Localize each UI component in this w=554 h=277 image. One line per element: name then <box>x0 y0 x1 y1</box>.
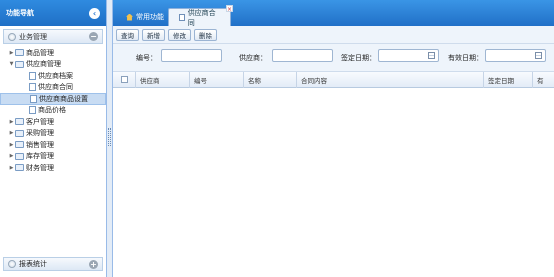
tree-node-label: 销售管理 <box>26 140 54 149</box>
tree-node[interactable]: ▶ 客户管理 <box>0 116 106 128</box>
collapse-left-icon[interactable]: ‹ <box>89 7 100 19</box>
tree-node-label: 商品管理 <box>26 48 54 57</box>
group-report-statistics[interactable]: 报表统计 + <box>3 257 103 271</box>
tree-node[interactable]: ▶ 商品管理 <box>0 47 106 59</box>
nav-title: 功能导航 <box>6 9 34 17</box>
tree-node[interactable]: ▶ 库存管理 <box>0 151 106 163</box>
home-icon <box>126 13 133 21</box>
file-icon <box>29 71 36 80</box>
folder-icon <box>15 152 24 160</box>
select-all-checkbox[interactable] <box>120 76 128 83</box>
nav-panel: 功能导航 ‹ 业务管理 − ▶ 商品管理 ▼ 供应商管理供应商档案供应商合同供应商商品… <box>0 0 107 277</box>
file-icon <box>30 94 37 103</box>
delete-button[interactable]: 删除 <box>194 28 217 41</box>
expand-arrow-icon[interactable]: ▶ <box>8 153 15 159</box>
collapse-arrow-icon[interactable]: ▼ <box>8 61 15 67</box>
group-label: 报表统计 <box>19 260 47 268</box>
group-label: 业务管理 <box>19 32 47 41</box>
supplier-input[interactable] <box>272 49 333 62</box>
file-icon <box>29 83 36 92</box>
tree-node-label: 供应商档案 <box>38 71 73 80</box>
tree-node[interactable]: ▶ 采购管理 <box>0 128 106 140</box>
expand-arrow-icon[interactable]: ▶ <box>8 50 15 56</box>
expand-arrow-icon[interactable]: ▶ <box>8 142 15 148</box>
tree-node-label: 供应商管理 <box>26 60 61 69</box>
group-icon <box>8 260 16 268</box>
tree-node-label: 库存管理 <box>26 152 54 161</box>
tree-node[interactable]: 商品价格 <box>0 105 106 117</box>
collapse-group-icon[interactable]: − <box>89 32 98 41</box>
tree-node[interactable]: 供应商档案 <box>0 70 106 82</box>
tree-node[interactable]: ▼ 供应商管理 <box>0 59 106 71</box>
expand-group-icon[interactable]: + <box>89 259 98 269</box>
tree-node[interactable]: ▶ 销售管理 <box>0 139 106 151</box>
col-supplier[interactable]: 供应商 <box>136 71 190 88</box>
folder-icon <box>15 49 24 57</box>
expand-arrow-icon[interactable]: ▶ <box>8 165 15 171</box>
query-button[interactable]: 查询 <box>116 28 139 41</box>
toolbar: 查询 新增 修改 删除 <box>113 26 554 44</box>
calendar-icon[interactable] <box>535 52 542 59</box>
nav-header: 功能导航 ‹ <box>0 0 106 26</box>
sign-date-label: 签定日期： <box>341 54 376 62</box>
expand-arrow-icon[interactable]: ▶ <box>8 130 15 136</box>
folder-icon <box>15 129 24 137</box>
nav-tree: ▶ 商品管理 ▼ 供应商管理供应商档案供应商合同供应商商品设置 商品价格 ▶ 客户管理 ▶ 采购… <box>0 47 106 174</box>
tree-node[interactable]: ▶ 财务管理 <box>0 162 106 174</box>
close-icon[interactable]: × <box>226 5 233 13</box>
col-code[interactable]: 编号 <box>190 71 244 88</box>
search-form: 编号： 供应商： 签定日期： 有效日期： <box>113 44 554 72</box>
group-icon <box>8 32 16 41</box>
tree-node-label: 财务管理 <box>26 163 54 172</box>
sign-date-input[interactable] <box>378 49 439 62</box>
tab-home[interactable]: 常用功能 <box>116 8 174 26</box>
tab-strip: 常用功能 供应商合同 × <box>113 0 554 27</box>
add-button[interactable]: 新增 <box>142 28 165 41</box>
splitter-grip-icon[interactable] <box>108 128 111 146</box>
file-icon <box>29 106 36 115</box>
col-sign-date[interactable]: 签定日期 <box>484 71 533 88</box>
col-valid-date[interactable]: 有 <box>533 72 554 88</box>
folder-icon <box>15 164 24 172</box>
expand-arrow-icon[interactable]: ▶ <box>8 119 15 125</box>
tree-node-label: 商品价格 <box>38 106 66 115</box>
tree-node-label: 采购管理 <box>26 129 54 138</box>
tree-node-label: 供应商商品设置 <box>39 94 88 103</box>
folder-icon <box>15 60 24 68</box>
folder-icon <box>15 118 24 126</box>
valid-date-label: 有效日期： <box>448 54 483 62</box>
main-panel: 常用功能 供应商合同 × 查询 新增 修改 删除 编号： 供应商： 签定日期： … <box>113 0 554 277</box>
tree-node-label: 供应商合同 <box>38 83 73 92</box>
col-contract-content[interactable]: 合同内容 <box>297 71 484 88</box>
code-label: 编号： <box>136 54 157 62</box>
calendar-icon[interactable] <box>428 52 435 59</box>
valid-date-input[interactable] <box>485 49 546 62</box>
grid-header: 供应商 编号 名称 合同内容 签定日期 有 <box>113 71 554 88</box>
tab-label: 供应商合同 <box>187 8 216 27</box>
tab-label: 常用功能 <box>136 13 164 21</box>
group-business-management[interactable]: 业务管理 − <box>3 29 103 44</box>
supplier-label: 供应商： <box>239 54 267 62</box>
tree-node[interactable]: 供应商商品设置 <box>0 93 106 105</box>
tree-node[interactable]: 供应商合同 <box>0 82 106 94</box>
folder-icon <box>15 141 24 149</box>
document-icon <box>179 14 185 21</box>
edit-button[interactable]: 修改 <box>168 28 191 41</box>
tree-node-label: 客户管理 <box>26 117 54 126</box>
grid-body <box>113 88 554 277</box>
code-input[interactable] <box>161 49 222 62</box>
select-all-cell <box>113 71 136 88</box>
tab-supplier-contract[interactable]: 供应商合同 × <box>168 5 233 27</box>
col-name[interactable]: 名称 <box>244 71 297 88</box>
